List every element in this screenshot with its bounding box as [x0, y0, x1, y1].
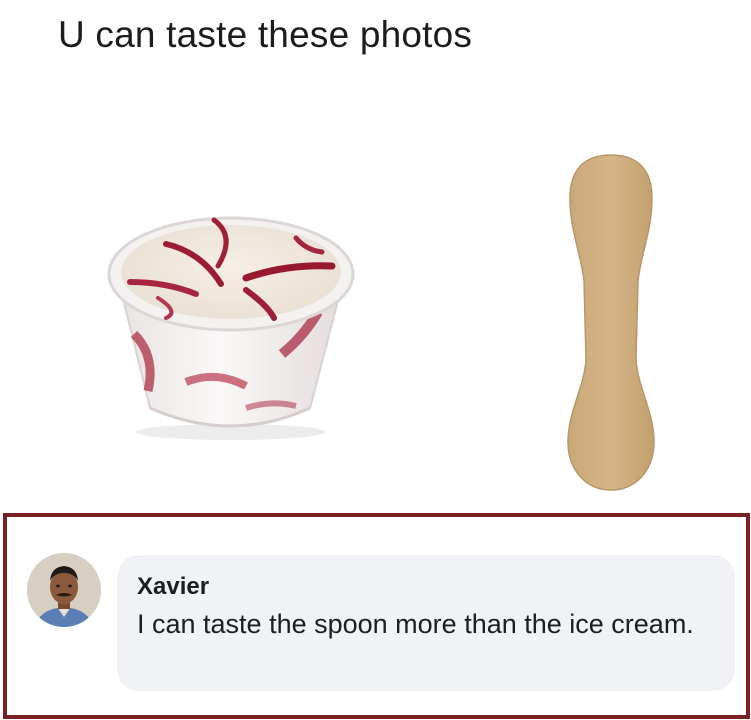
post-text: U can taste these photos	[58, 14, 473, 55]
user-avatar-icon[interactable]	[27, 553, 101, 627]
highlighted-comment-frame: Xavier I can taste the spoon more than t…	[3, 513, 750, 719]
ice-cream-cup-image	[107, 216, 355, 440]
comment-bubble: Xavier I can taste the spoon more than t…	[117, 555, 735, 691]
comment-text: I can taste the spoon more than the ice …	[137, 609, 694, 639]
wooden-spoon-image	[567, 154, 655, 491]
comment-author-name[interactable]: Xavier	[137, 573, 209, 601]
